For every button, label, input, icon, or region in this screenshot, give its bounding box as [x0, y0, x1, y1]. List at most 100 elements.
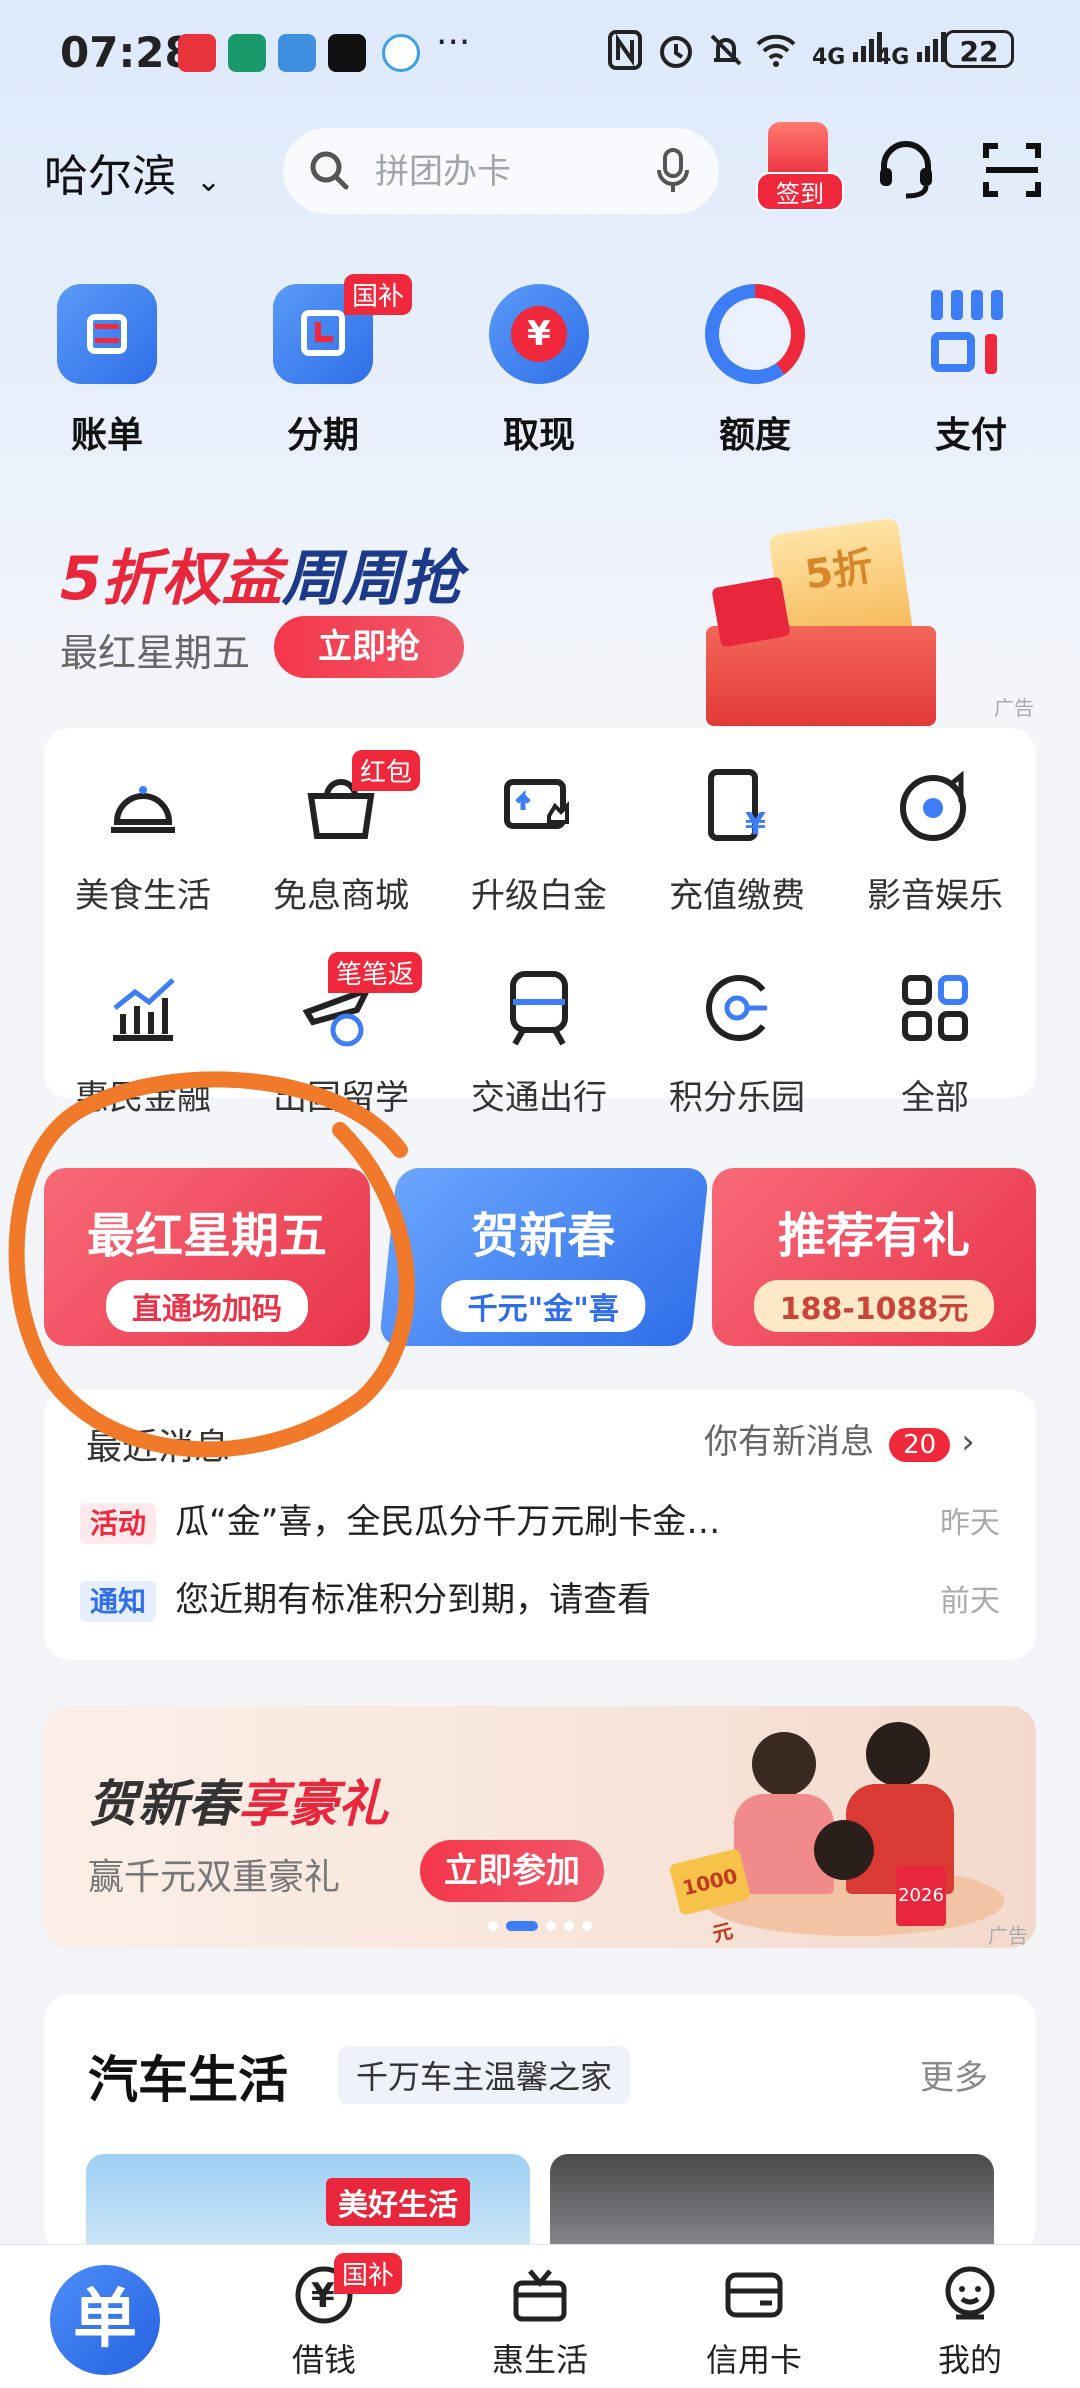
media-icon [895, 766, 975, 846]
food-bell-icon [103, 766, 183, 846]
tile-subtitle: 千元"金"喜 [441, 1280, 645, 1332]
bottom-navigation: 单 ¥ 国补 借钱 惠生活 信用卡 我的 [0, 2244, 1080, 2388]
bill-icon [57, 284, 157, 384]
banner-subtitle: 最红星期五 [60, 631, 251, 675]
svg-text:¥: ¥ [745, 807, 766, 842]
app-notification-icon [278, 34, 316, 72]
signal-4g-icon: 4G [876, 30, 947, 70]
upgrade-card-icon [499, 766, 579, 846]
shortcut-cash[interactable]: ¥ 取现 [464, 270, 614, 458]
shortcut-label: 支付 [934, 415, 1007, 456]
grid-item-points[interactable]: 积分乐园 [638, 968, 836, 1119]
ad-label: 广告 [994, 696, 1034, 720]
finance-chart-icon [103, 968, 183, 1048]
car-card-beautiful-life[interactable]: 美好生活 [86, 2154, 530, 2254]
gift-bag: 2026 [896, 1866, 946, 1926]
search-icon [307, 148, 351, 196]
nav-life[interactable]: 惠生活 [450, 2263, 630, 2381]
tiktok-icon [328, 34, 366, 72]
profile-icon [938, 2263, 1002, 2327]
mute-icon [706, 30, 746, 78]
message-time: 前天 [940, 1584, 1000, 1619]
grid-item-transit[interactable]: 交通出行 [440, 968, 638, 1119]
car-card-vehicle[interactable] [550, 2154, 994, 2254]
gift-box-illustration: 5折 [706, 517, 956, 726]
network-label: 4G [812, 45, 846, 70]
shortcut-pay[interactable]: 支付 [896, 270, 1046, 458]
search-input[interactable] [373, 128, 627, 216]
banner-title-red: 5折权益 [60, 544, 282, 614]
pay-icon [921, 284, 1021, 384]
ad-join-button[interactable]: 立即参加 [420, 1840, 604, 1902]
family-photo-illustration: 1000元 2026 [664, 1716, 1004, 1947]
tile-subtitle: 188-1088元 [753, 1280, 995, 1332]
app-notification-icon [228, 34, 266, 72]
more-notifications-icon: ··· [436, 22, 471, 63]
clock: 07:28 [60, 28, 194, 77]
chevron-down-icon: ⌄ [196, 164, 222, 199]
chevron-right-icon: › [961, 1422, 975, 1462]
car-life-title: 汽车生活 [88, 2051, 288, 2109]
recharge-icon: ¥ [697, 766, 777, 846]
network-label: 4G [876, 45, 910, 70]
message-text: 您近期有标准积分到期，请查看 [175, 1580, 652, 1620]
grid-label: 免息商城 [273, 876, 409, 916]
shortcut-label: 账单 [70, 415, 143, 456]
car-life-more-link[interactable]: 更多 [920, 2050, 988, 2099]
customer-service-icon[interactable] [874, 138, 938, 206]
search-bar[interactable] [283, 128, 719, 216]
promo-tile-referral[interactable]: 推荐有礼 188-1088元 [712, 1168, 1036, 1346]
person-head [866, 1722, 930, 1786]
message-time: 昨天 [940, 1506, 1000, 1541]
grid-item-all[interactable]: 全部 [836, 968, 1034, 1119]
new-year-ad-banner[interactable]: 贺新春享豪礼 赢千元双重豪礼 立即参加 1000元 2026 广告 [44, 1706, 1036, 1948]
car-card-label: 美好生活 [326, 2178, 470, 2226]
city-selector[interactable]: 哈尔滨 ⌄ [44, 140, 221, 204]
wifi-icon [754, 30, 798, 78]
tile-title: 推荐有礼 [777, 1208, 970, 1264]
message-row[interactable]: 通知 您近期有标准积分到期，请查看 前天 [80, 1572, 1000, 1624]
shortcut-credit-limit[interactable]: 额度 [680, 270, 830, 458]
nfc-icon [608, 30, 642, 78]
person-head [752, 1732, 816, 1796]
microphone-icon[interactable] [653, 146, 693, 200]
home-logo-icon: 单 [73, 2283, 137, 2357]
nav-label: 借钱 [291, 2341, 356, 2379]
battery-icon: 22 [944, 30, 1014, 68]
app-notification-icon [382, 34, 420, 72]
subsidy-tag: 国补 [344, 274, 413, 315]
grid-item-food[interactable]: 美食生活 [44, 766, 242, 917]
new-messages-link[interactable]: 你有新消息 20 › [704, 1414, 975, 1466]
ad-label: 广告 [988, 1924, 1028, 1948]
subsidy-tag: 国补 [334, 2253, 403, 2294]
carousel-dots [484, 1916, 596, 1935]
car-life-subtitle: 千万车主温馨之家 [338, 2046, 631, 2104]
nav-credit-card[interactable]: 信用卡 [664, 2263, 844, 2381]
grid-label: 影音娱乐 [867, 876, 1003, 916]
nav-loan[interactable]: ¥ 国补 借钱 [234, 2253, 414, 2381]
banner-title[interactable]: 5折权益周周抢 [60, 530, 462, 617]
credit-card-icon [722, 2263, 786, 2327]
shortcut-installment[interactable]: 国补 分期 [248, 270, 413, 458]
grid-label: 美食生活 [75, 876, 211, 916]
app-notification-icon [178, 34, 216, 72]
message-count-badge: 20 [889, 1428, 951, 1462]
shortcut-label: 取现 [502, 415, 575, 456]
scan-icon[interactable] [982, 140, 1042, 204]
nav-home[interactable]: 单 [50, 2265, 160, 2375]
red-packet-tag: 红包 [352, 750, 421, 791]
status-bar: 07:28 ··· 4G 4G 22 [0, 0, 1080, 110]
shortcut-bill[interactable]: 账单 [32, 270, 182, 458]
grid-label: 升级白金 [471, 876, 607, 916]
grid-item-media[interactable]: 影音娱乐 [836, 766, 1034, 917]
checkin-label: 签到 [756, 172, 844, 211]
grid-item-mall[interactable]: 红包 免息商城 [242, 750, 440, 917]
ad-subtitle: 赢千元双重豪礼 [88, 1857, 341, 1898]
grid-item-upgrade[interactable]: 升级白金 [440, 766, 638, 917]
checkin-button[interactable]: 签到 [756, 122, 844, 212]
grid-item-recharge[interactable]: ¥ 充值缴费 [638, 766, 836, 917]
nav-profile[interactable]: 我的 [880, 2263, 1060, 2381]
banner-grab-button[interactable]: 立即抢 [274, 616, 464, 678]
grid-label: 积分乐园 [669, 1078, 805, 1118]
points-icon [697, 968, 777, 1048]
